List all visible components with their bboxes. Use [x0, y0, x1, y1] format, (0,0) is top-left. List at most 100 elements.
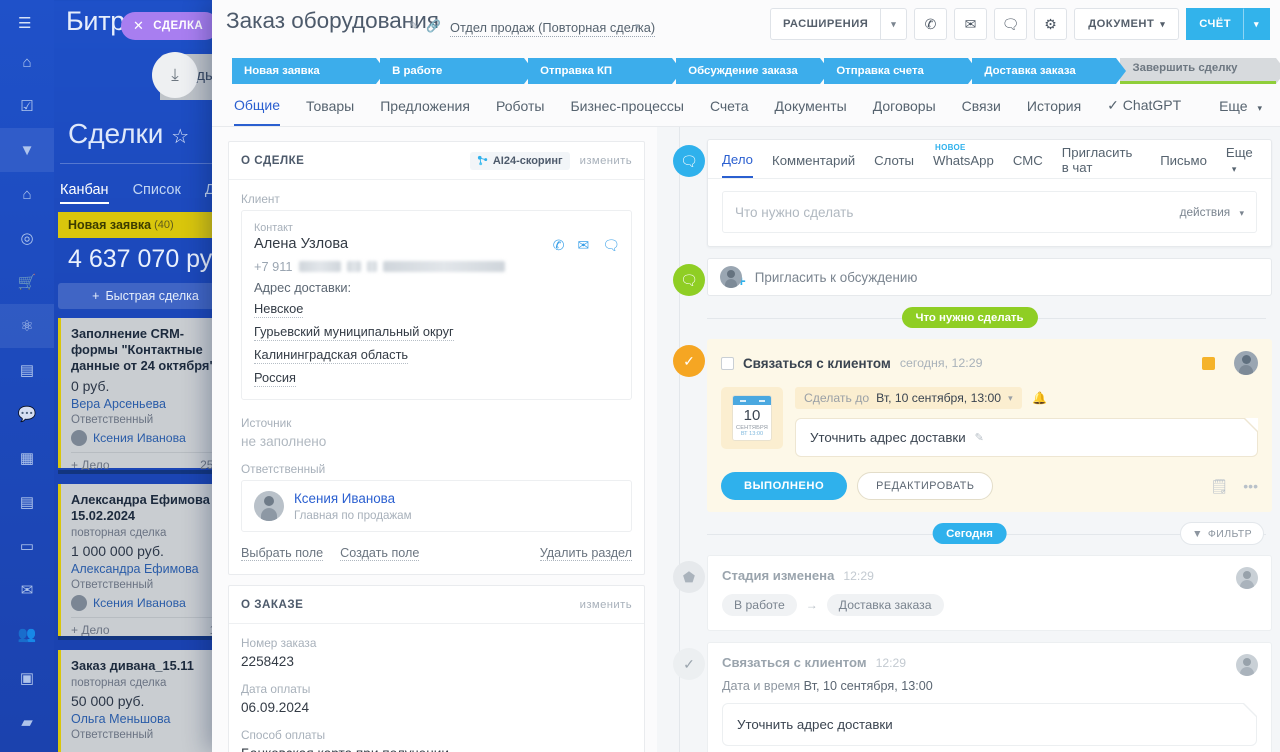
kanban-card-footer[interactable]: + Дело 12 [71, 616, 223, 637]
storage-icon[interactable]: ▤ [0, 744, 54, 752]
tab-contracts[interactable]: Договоры [873, 98, 936, 125]
etab-invite-chat[interactable]: Пригласить в чат [1062, 145, 1141, 184]
contacts-icon[interactable]: 👥 [0, 612, 54, 656]
chat-icon[interactable]: 💬 [0, 392, 54, 436]
tab-offers[interactable]: Предложения [380, 98, 470, 125]
address-line[interactable]: Невское [254, 301, 304, 318]
email-icon[interactable]: ✉ [954, 8, 988, 40]
chevron-down-icon[interactable]: ▾ [1008, 393, 1013, 404]
chat-icon[interactable]: 🗨 [994, 8, 1028, 40]
payment-date-value[interactable]: 06.09.2024 [241, 700, 632, 715]
tab-business-processes[interactable]: Бизнес-процессы [570, 98, 683, 125]
view-list[interactable]: Список [133, 182, 181, 204]
more-options-icon[interactable]: ••• [1243, 478, 1258, 494]
invoice-label[interactable]: СЧЁТ [1186, 8, 1243, 40]
etab-letter[interactable]: Письмо [1160, 153, 1207, 177]
automation-icon[interactable]: ⚛ [0, 304, 54, 348]
stage-close-deal[interactable]: Завершить сделку [1120, 58, 1280, 84]
stage-new-request[interactable]: Новая заявка [232, 58, 387, 84]
tab-invoices[interactable]: Счета [710, 98, 749, 125]
chevron-down-icon[interactable]: ▾ [880, 8, 908, 40]
kanban-card[interactable]: Заказ дивана_15.11 повторная сделка 50 0… [58, 650, 233, 752]
kanban-card[interactable]: Заполнение CRM-формы "Контактные данные … [58, 318, 233, 472]
kanban-card-client[interactable]: Вера Арсеньева [71, 397, 223, 411]
call-icon[interactable]: ✆ [553, 237, 565, 254]
kanban-card-client[interactable]: Александра Ефимова [71, 562, 223, 576]
task-edit-button[interactable]: РЕДАКТИРОВАТЬ [857, 472, 994, 500]
deal-category[interactable]: Отдел продаж (Повторная сделка) [450, 20, 656, 37]
drive-icon[interactable]: ▭ [0, 524, 54, 568]
stage-send-offer[interactable]: Отправка КП [528, 58, 683, 84]
editor-tabs[interactable]: Дело Комментарий Слоты НОВОЕ WhatsApp СМ… [708, 140, 1271, 179]
kanban-card-client[interactable]: Ольга Меньшова [71, 712, 223, 726]
task-complete-button[interactable]: ВЫПОЛНЕНО [721, 472, 848, 500]
kanban-card-responsible[interactable]: Ксения Иванова [71, 429, 223, 446]
deal-slider-pill[interactable]: ✕ СДЕЛКА [121, 12, 220, 40]
link-icon[interactable]: 🔗 [426, 19, 441, 33]
tasks-icon[interactable]: ☑ [0, 84, 54, 128]
edit-deal-link[interactable]: изменить [580, 155, 632, 167]
stage-send-invoice[interactable]: Отправка счета [824, 58, 979, 84]
stage-deliver-order[interactable]: Доставка заказа [972, 58, 1127, 84]
tab-more[interactable]: Еще ▾ [1219, 98, 1262, 125]
invite-discussion[interactable]: + Пригласить к обсуждению [707, 258, 1272, 296]
view-kanban[interactable]: Канбан [60, 182, 109, 204]
tab-robots[interactable]: Роботы [496, 98, 544, 125]
close-icon[interactable]: ✕ [133, 18, 144, 34]
call-icon[interactable]: ✆ [914, 8, 948, 40]
task-card[interactable]: Связаться с клиентом сегодня, 12:29 10 С… [707, 339, 1272, 512]
pencil-icon[interactable]: ✎ [975, 431, 984, 444]
address-line[interactable]: Россия [254, 370, 296, 387]
title-edit-icons[interactable]: ✎ 🔗 [409, 19, 441, 33]
note-icon[interactable]: 🗒 [1211, 478, 1229, 495]
sites-icon[interactable]: ▤ [0, 348, 54, 392]
marketing-icon[interactable]: ◎ [0, 216, 54, 260]
address-line[interactable]: Калининградская область [254, 347, 409, 364]
tab-general[interactable]: Общие [234, 97, 281, 126]
delete-section-link[interactable]: Удалить раздел [539, 546, 632, 561]
task-note-bubble[interactable]: Уточнить адрес доставки ✎ [795, 418, 1258, 457]
mail-icon[interactable]: ✉ [0, 568, 54, 612]
quick-deal-button[interactable]: + Быстрая сделка [58, 283, 233, 309]
invoice-button[interactable]: СЧЁТ ▾ [1186, 8, 1270, 40]
source-value[interactable]: не заполнено [241, 434, 632, 449]
kanban-card[interactable]: Александра Ефимова 15.02.2024 повторная … [58, 484, 233, 637]
menu-toggle-icon[interactable]: ☰ [18, 14, 40, 32]
create-field-link[interactable]: Создать поле [340, 546, 420, 561]
home-icon[interactable]: ⌂ [0, 40, 54, 84]
reminder-bell-icon[interactable]: 🔔 [1032, 391, 1047, 405]
task-deadline[interactable]: Сделать до Вт, 10 сентября, 13:00 ▾ [795, 387, 1022, 409]
shop-icon[interactable]: 🛒 [0, 260, 54, 304]
extensions-button[interactable]: РАСШИРЕНИЯ ▾ [769, 8, 908, 40]
responsible-name[interactable]: Ксения Иванова [294, 491, 395, 506]
etab-more[interactable]: Еще ▾ [1226, 145, 1257, 184]
tab-documents[interactable]: Документы [775, 98, 847, 125]
priority-flag-icon[interactable] [1202, 356, 1215, 370]
payment-method-value[interactable]: Банковская карта при получении [241, 746, 632, 752]
email-icon[interactable]: ✉ [577, 237, 589, 254]
etab-task[interactable]: Дело [722, 152, 754, 178]
tab-chatgpt[interactable]: ✓ ChatGPT [1107, 97, 1181, 125]
pencil-icon[interactable]: ✎ [409, 19, 419, 33]
stage-in-work[interactable]: В работе [380, 58, 535, 84]
responsible-box[interactable]: Ксения Иванова Главная по продажам [241, 480, 632, 532]
deal-pipeline[interactable]: Новая заявка В работе Отправка КП Обсужд… [232, 58, 1280, 84]
select-field-link[interactable]: Выбрать поле [241, 546, 324, 561]
chat-icon[interactable]: 🗨 [602, 237, 620, 254]
chevron-down-icon[interactable]: ▾ [635, 21, 640, 32]
settings-gear-icon[interactable]: ⚙ [1034, 8, 1068, 40]
order-number-value[interactable]: 2258423 [241, 654, 632, 669]
tab-products[interactable]: Товары [306, 98, 354, 125]
employees-icon[interactable]: ▣ [0, 656, 54, 700]
contact-action-icons[interactable]: ✆ ✉ 🗨 [553, 237, 620, 254]
crm-icon[interactable]: ▼ [0, 128, 54, 172]
kanban-card-footer[interactable]: + Дело 25 ь [71, 451, 223, 472]
bot-icon[interactable]: ▰ [0, 700, 54, 744]
ai-scoring-chip[interactable]: AI24-скоринг [469, 151, 570, 170]
tab-history[interactable]: История [1027, 98, 1081, 125]
extensions-label[interactable]: РАСШИРЕНИЯ [769, 8, 881, 40]
left-sidebar[interactable]: ⌂ ☑ ▼ ⌂ ◎ 🛒 ⚛ ▤ 💬 ▦ ▤ ▭ ✉ 👥 ▣ ▰ ▤ ⫻ </> … [0, 0, 54, 752]
activity-editor[interactable]: Дело Комментарий Слоты НОВОЕ WhatsApp СМ… [707, 139, 1272, 247]
editor-actions-menu[interactable]: действия ▾ [1180, 205, 1244, 219]
stage-discuss-order[interactable]: Обсуждение заказа [676, 58, 831, 84]
